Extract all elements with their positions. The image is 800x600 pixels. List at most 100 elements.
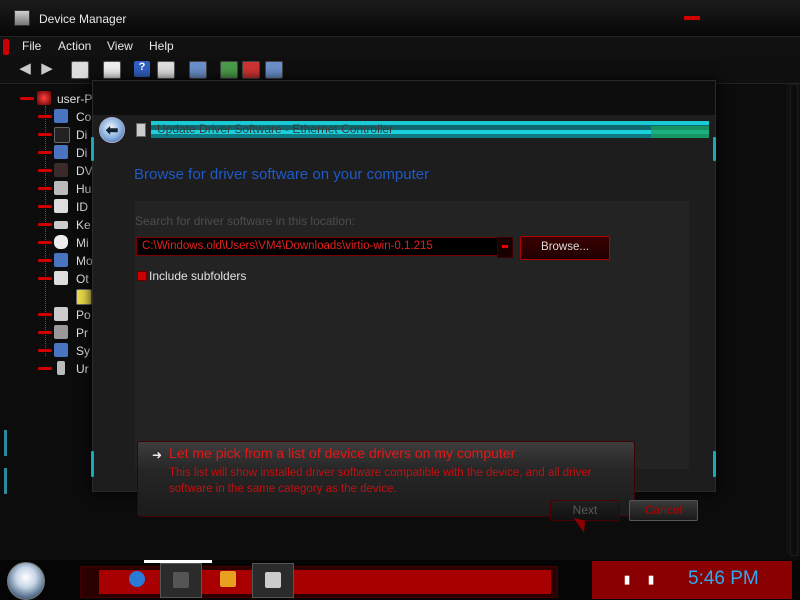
vertical-scrollbar[interactable] [786,84,800,556]
back-arrow-icon[interactable]: ◀ [16,59,34,77]
tree-item[interactable]: Co [0,108,96,126]
title-bar: Device Manager [0,0,800,36]
dialog-top-frame [93,81,715,115]
taskbar: ▮ ▮ 5:46 PM [0,560,800,600]
next-button[interactable]: Next [550,500,620,521]
dialog-edge-accent [91,451,94,477]
include-subfolders-label[interactable]: Include subfolders [149,269,246,283]
view-icon[interactable] [157,61,175,79]
folder-icon [173,572,189,588]
accent-bar [4,430,7,456]
arrow-right-icon: ➜ [152,448,163,462]
expand-icon[interactable] [38,259,52,262]
tree-item[interactable]: DV [0,162,96,180]
tree-item[interactable]: Ot [0,270,96,288]
expand-icon[interactable] [38,115,52,118]
include-subfolders-checkbox[interactable] [137,271,147,281]
update-driver-dialog: ⬅ Update Driver Software - Ethernet Cont… [91,80,716,517]
window-title: Device Manager [39,12,127,26]
expand-icon[interactable] [38,313,52,316]
dialog-edge-accent [713,451,716,477]
cancel-button[interactable]: Cancel [629,500,698,521]
pick-option-title[interactable]: Let me pick from a list of device driver… [169,445,515,461]
computer-icon [37,91,51,105]
search-location-label: Search for driver software in this locat… [135,214,356,228]
path-input[interactable]: C:\Windows.old\Users\VM4\Downloads\virti… [136,237,499,256]
start-button[interactable] [7,562,45,600]
volume-icon[interactable]: ▮ [648,573,662,587]
tree-item-label: Ke [76,218,91,232]
disable-icon[interactable] [265,61,283,79]
expand-icon[interactable] [38,205,52,208]
tree-item-label: Mo [76,254,93,268]
media-player-icon [220,571,236,587]
collapse-icon[interactable] [38,277,52,280]
menu-view[interactable]: View [107,39,133,53]
tree-item[interactable]: ID [0,198,96,216]
help-icon[interactable]: ? [134,61,150,77]
tree-item[interactable]: Di [0,144,96,162]
other-devices-icon [54,271,68,285]
computer-node-icon [54,109,68,123]
scrollbar-track[interactable] [790,84,798,556]
tree-item[interactable]: Mo [0,252,96,270]
clock[interactable]: 5:46 PM [688,568,759,590]
tree-subitem[interactable] [0,288,96,306]
forward-arrow-icon[interactable]: ▶ [38,59,56,77]
tree-item-label: Ot [76,272,89,286]
menu-action[interactable]: Action [58,39,91,53]
expand-icon[interactable] [38,151,52,154]
accent-bar [4,468,7,494]
expand-icon[interactable] [38,133,52,136]
tree-item-label: ID [76,200,88,214]
taskbar-media-player[interactable] [208,563,248,596]
path-dropdown-button[interactable] [497,237,513,258]
expand-icon[interactable] [38,331,52,334]
properties-icon[interactable] [71,61,89,79]
dvd-drive-icon [54,163,68,177]
tree-item[interactable]: Ur [0,360,96,378]
menu-help[interactable]: Help [149,39,174,53]
tree-item-label: Pr [76,326,88,340]
expand-icon[interactable] [38,169,52,172]
tree-item[interactable]: Di [0,126,96,144]
expand-icon[interactable] [38,241,52,244]
tree-item[interactable]: Sy [0,342,96,360]
tree-item[interactable]: Po [0,306,96,324]
expand-icon[interactable] [38,187,52,190]
collapse-icon[interactable] [20,97,34,100]
menu-file[interactable]: File [22,39,41,53]
expand-icon[interactable] [38,349,52,352]
display-adapter-icon [54,145,68,159]
tree-item-label: Po [76,308,91,322]
tree-item[interactable]: Ke [0,216,96,234]
page-icon[interactable] [103,61,121,79]
expand-icon[interactable] [38,367,52,370]
network-icon[interactable]: ▮ [624,573,638,587]
system-tray: ▮ ▮ 5:46 PM [592,561,792,599]
uninstall-icon[interactable] [242,61,260,79]
disk-drive-icon [54,127,70,143]
taskbar-ie[interactable] [117,563,157,596]
back-button[interactable]: ⬅ [99,117,125,143]
hid-icon [54,181,68,195]
dialog-edge-accent [91,137,94,161]
update-driver-icon[interactable] [220,61,238,79]
minimize-button[interactable] [684,16,700,20]
device-tree: user-P Co Di Di DV Hu ID Ke Mi Mo Ot Po … [0,84,96,484]
taskbar-device-manager[interactable] [252,563,294,598]
tree-item-label: Ur [76,362,89,376]
page-heading: Browse for driver software on your compu… [134,166,430,183]
tree-item[interactable]: Hu [0,180,96,198]
browse-button[interactable]: Browse... [520,236,610,260]
expand-icon[interactable] [38,223,52,226]
taskbar-explorer[interactable] [160,563,202,598]
content-panel: Search for driver software in this locat… [135,201,689,517]
scan-hardware-icon[interactable] [189,61,207,79]
tree-item[interactable]: Pr [0,324,96,342]
tree-item[interactable]: Mi [0,234,96,252]
tree-item-label: Hu [76,182,92,196]
device-manager-taskbar-icon [265,572,281,588]
tree-root[interactable]: user-P [0,90,96,108]
system-devices-icon [54,343,68,357]
